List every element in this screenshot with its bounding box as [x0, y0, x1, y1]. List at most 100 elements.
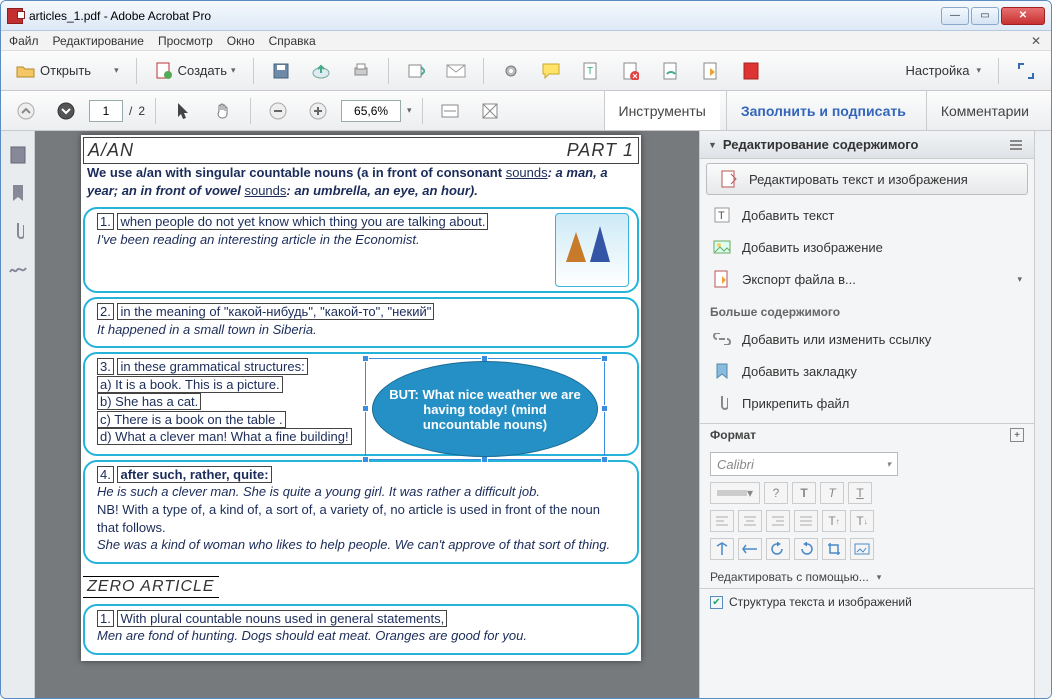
tool-delete-page[interactable]: [614, 57, 648, 85]
font-size-button[interactable]: ?: [764, 482, 788, 504]
panel-item-attach[interactable]: Прикрепить файл: [700, 387, 1034, 419]
menu-edit[interactable]: Редактирование: [53, 34, 144, 48]
align-left-button[interactable]: [710, 510, 734, 532]
tab-tools[interactable]: Инструменты: [604, 91, 720, 130]
collapse-triangle-icon: ▼: [708, 140, 717, 150]
menu-window[interactable]: Окно: [227, 34, 255, 48]
signatures-icon[interactable]: [8, 259, 28, 279]
doc-header-left: A/AN: [88, 140, 134, 161]
panel-menu-icon[interactable]: [1006, 135, 1026, 155]
font-color-button[interactable]: ▾: [710, 482, 760, 504]
email-button[interactable]: [439, 57, 473, 85]
align-right-button[interactable]: [766, 510, 790, 532]
arrow-down-icon: [56, 101, 76, 121]
link-icon: [712, 329, 732, 349]
open-button[interactable]: Открыть: [9, 57, 98, 85]
superscript-button[interactable]: T↑: [822, 510, 846, 532]
tool-pdf[interactable]: [734, 57, 768, 85]
right-panel-scrollbar[interactable]: [1034, 131, 1051, 698]
select-tool[interactable]: [166, 97, 200, 125]
panel-item-edit-content[interactable]: Редактировать текст и изображения: [706, 163, 1028, 195]
decorative-image: [555, 213, 629, 287]
save-cloud-button[interactable]: [304, 57, 338, 85]
crop-button[interactable]: [822, 538, 846, 560]
print-button[interactable]: [344, 57, 378, 85]
tab-fill-sign[interactable]: Заполнить и подписать: [726, 91, 920, 130]
tool-rotate-page[interactable]: [654, 57, 688, 85]
expand-format-icon[interactable]: +: [1010, 428, 1024, 442]
page-number-input[interactable]: [89, 100, 123, 122]
page-sep: /: [129, 104, 132, 118]
left-sidebar: [1, 131, 35, 698]
panel-item-export[interactable]: Экспорт файла в... ▾: [700, 263, 1034, 295]
panel-item-bookmark[interactable]: Добавить закладку: [700, 355, 1034, 387]
create-pdf-icon: [154, 61, 174, 81]
open-dropdown[interactable]: [104, 57, 126, 85]
menubar-close-icon[interactable]: ✕: [1029, 34, 1043, 48]
tool-export-page[interactable]: [694, 57, 728, 85]
panel-item-add-text[interactable]: T Добавить текст: [700, 199, 1034, 231]
flip-horizontal-button[interactable]: [738, 538, 762, 560]
right-panel: ▼ Редактирование содержимого Редактирова…: [699, 131, 1051, 698]
font-combo[interactable]: Calibri▾: [710, 452, 898, 476]
doc-header-right: PART 1: [567, 140, 634, 161]
edit-with-row[interactable]: Редактировать с помощью...▾: [700, 566, 1034, 588]
page-down-button[interactable]: [49, 97, 83, 125]
printer-icon: [351, 61, 371, 81]
doc-block-1: 1. when people do not yet know which thi…: [83, 207, 639, 293]
align-justify-button[interactable]: [794, 510, 818, 532]
zoom-out-button[interactable]: [261, 97, 295, 125]
replace-image-button[interactable]: [850, 538, 874, 560]
minimize-button[interactable]: —: [941, 7, 969, 25]
menu-help[interactable]: Справка: [269, 34, 316, 48]
page-total: 2: [138, 104, 145, 118]
create-button[interactable]: Создать ▾: [147, 57, 243, 85]
folder-open-icon: [16, 61, 36, 81]
selected-ellipse[interactable]: BUT: What nice weather we are having tod…: [372, 361, 598, 457]
window-title: articles_1.pdf - Adobe Acrobat Pro: [29, 9, 941, 23]
speech-bubble-icon: [541, 61, 561, 81]
panel-item-link[interactable]: Добавить или изменить ссылку: [700, 323, 1034, 355]
menu-file[interactable]: Файл: [9, 34, 39, 48]
right-panel-header[interactable]: ▼ Редактирование содержимого: [700, 131, 1034, 159]
page-export-icon: [701, 61, 721, 81]
fit-page-button[interactable]: [473, 97, 507, 125]
tool-gear[interactable]: [494, 57, 528, 85]
share-button[interactable]: [399, 57, 433, 85]
hand-icon: [213, 101, 233, 121]
flip-vertical-button[interactable]: [710, 538, 734, 560]
panel-item-add-image[interactable]: Добавить изображение: [700, 231, 1034, 263]
save-button[interactable]: [264, 57, 298, 85]
fullscreen-button[interactable]: [1009, 57, 1043, 85]
subscript-button[interactable]: T↓: [850, 510, 874, 532]
tab-comments[interactable]: Комментарии: [926, 91, 1043, 130]
structure-checkbox-row[interactable]: ✔ Структура текста и изображений: [700, 589, 1034, 615]
rotate-ccw-button[interactable]: [766, 538, 790, 560]
cloud-upload-icon: [311, 61, 331, 81]
add-text-icon: T: [712, 205, 732, 225]
maximize-button[interactable]: ▭: [971, 7, 999, 25]
align-center-button[interactable]: [738, 510, 762, 532]
bold-button[interactable]: T: [792, 482, 816, 504]
fit-width-button[interactable]: [433, 97, 467, 125]
zoom-in-button[interactable]: [301, 97, 335, 125]
export-file-icon: [712, 269, 732, 289]
customize-label: Настройка: [905, 63, 969, 78]
attachments-icon[interactable]: [8, 221, 28, 241]
underline-button[interactable]: T: [848, 482, 872, 504]
hand-tool[interactable]: [206, 97, 240, 125]
open-label: Открыть: [40, 63, 91, 78]
italic-button[interactable]: T: [820, 482, 844, 504]
tool-comment[interactable]: [534, 57, 568, 85]
page-up-button[interactable]: [9, 97, 43, 125]
document-viewport[interactable]: A/AN PART 1 We use a/an with singular co…: [35, 131, 699, 698]
doc-header: A/AN PART 1: [83, 137, 639, 164]
close-button[interactable]: ✕: [1001, 7, 1045, 25]
zoom-input[interactable]: [341, 100, 401, 122]
rotate-cw-button[interactable]: [794, 538, 818, 560]
customize-button[interactable]: Настройка: [898, 57, 988, 85]
menu-view[interactable]: Просмотр: [158, 34, 213, 48]
bookmark-icon[interactable]: [8, 183, 28, 203]
thumbnails-icon[interactable]: [8, 145, 28, 165]
tool-edit-text[interactable]: T: [574, 57, 608, 85]
